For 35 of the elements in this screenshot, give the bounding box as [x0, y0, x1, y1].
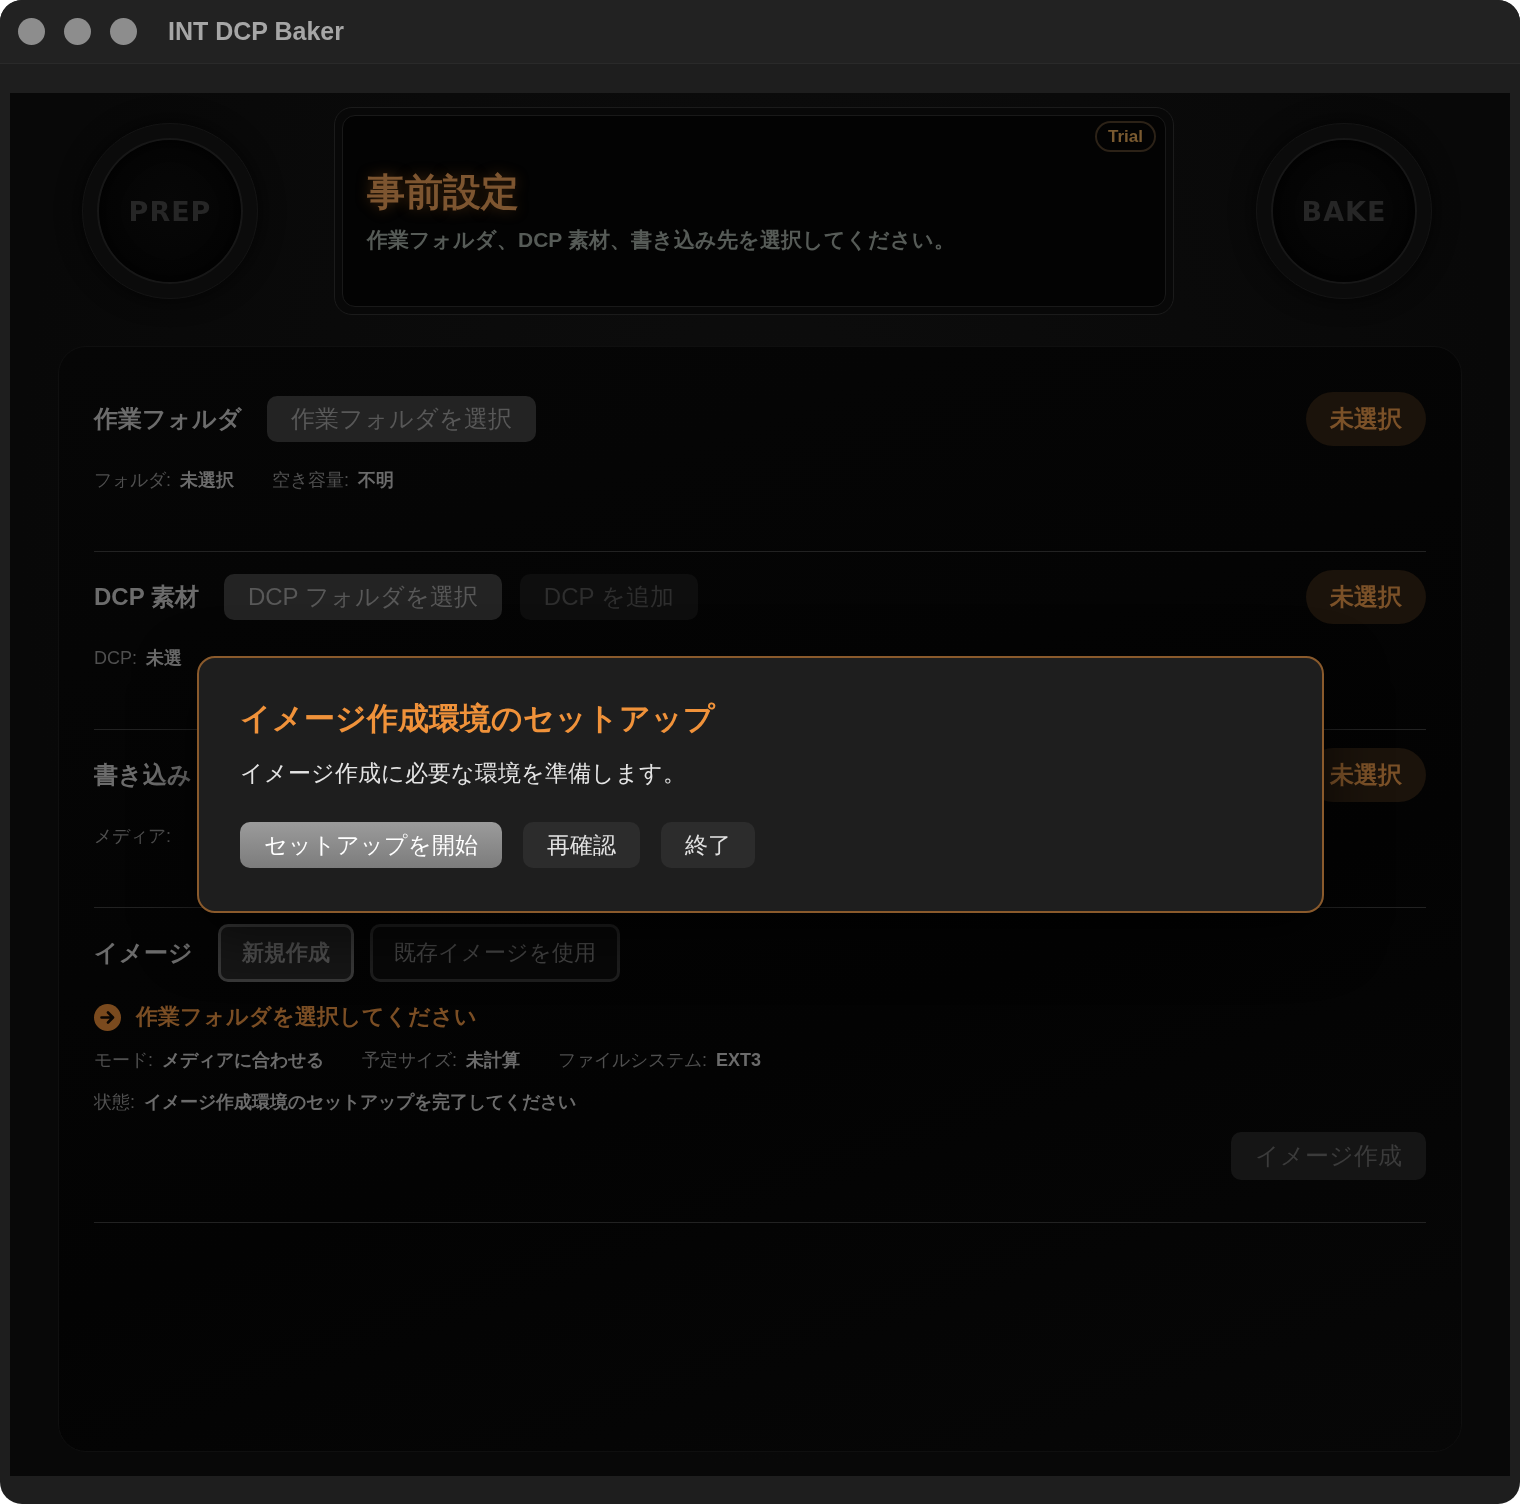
meta-label: 空き容量: [272, 469, 350, 492]
section-label: 作業フォルダ [94, 404, 242, 434]
status-badge: 未選択 [1306, 570, 1426, 624]
meta-label: DCP: [94, 647, 137, 669]
meta-value: 未選択 [180, 469, 234, 492]
meta-value: 不明 [358, 469, 395, 492]
status-badge: 未選択 [1306, 392, 1426, 446]
meta-value: イメージ作成環境のセットアップを完了してください [144, 1091, 576, 1114]
meta-value: 未計算 [466, 1049, 521, 1072]
window-title: INT DCP Baker [168, 17, 344, 46]
meta-value: メディアに合わせる [162, 1049, 324, 1072]
dialog-button[interactable]: 再確認 [523, 822, 640, 868]
meta-label: メディア: [94, 825, 171, 848]
meta-label: 予定サイズ: [362, 1049, 458, 1072]
meta-label: フォルダ: [94, 469, 171, 492]
meta-value: EXT3 [716, 1049, 762, 1071]
meta-label: 状態: [94, 1091, 135, 1114]
section-label: 書き込み [94, 760, 192, 790]
window-control-icon[interactable] [18, 18, 45, 45]
header-title: 事前設定 [367, 170, 519, 215]
dialog-button[interactable]: セットアップを開始 [240, 822, 502, 868]
dialog-title: イメージ作成環境のセットアップ [240, 700, 715, 738]
dialog-message: イメージ作成に必要な環境を準備します。 [240, 759, 686, 788]
window-control-icon[interactable] [110, 18, 137, 45]
trial-badge: Trial [1095, 121, 1156, 152]
meta-value: 未選 [146, 647, 182, 670]
hint-text: 作業フォルダを選択してください [136, 1003, 477, 1031]
section-label: DCP 素材 [94, 582, 199, 612]
header-subtitle: 作業フォルダ、DCP 素材、書き込み先を選択してください。 [367, 227, 955, 253]
meta-label: ファイルシステム: [558, 1049, 708, 1072]
meta-label: モード: [94, 1049, 153, 1072]
arrow-right-icon [94, 1003, 121, 1031]
section-label: イメージ [94, 938, 193, 968]
window-control-icon[interactable] [64, 18, 91, 45]
dialog-button[interactable]: 終了 [661, 822, 755, 868]
